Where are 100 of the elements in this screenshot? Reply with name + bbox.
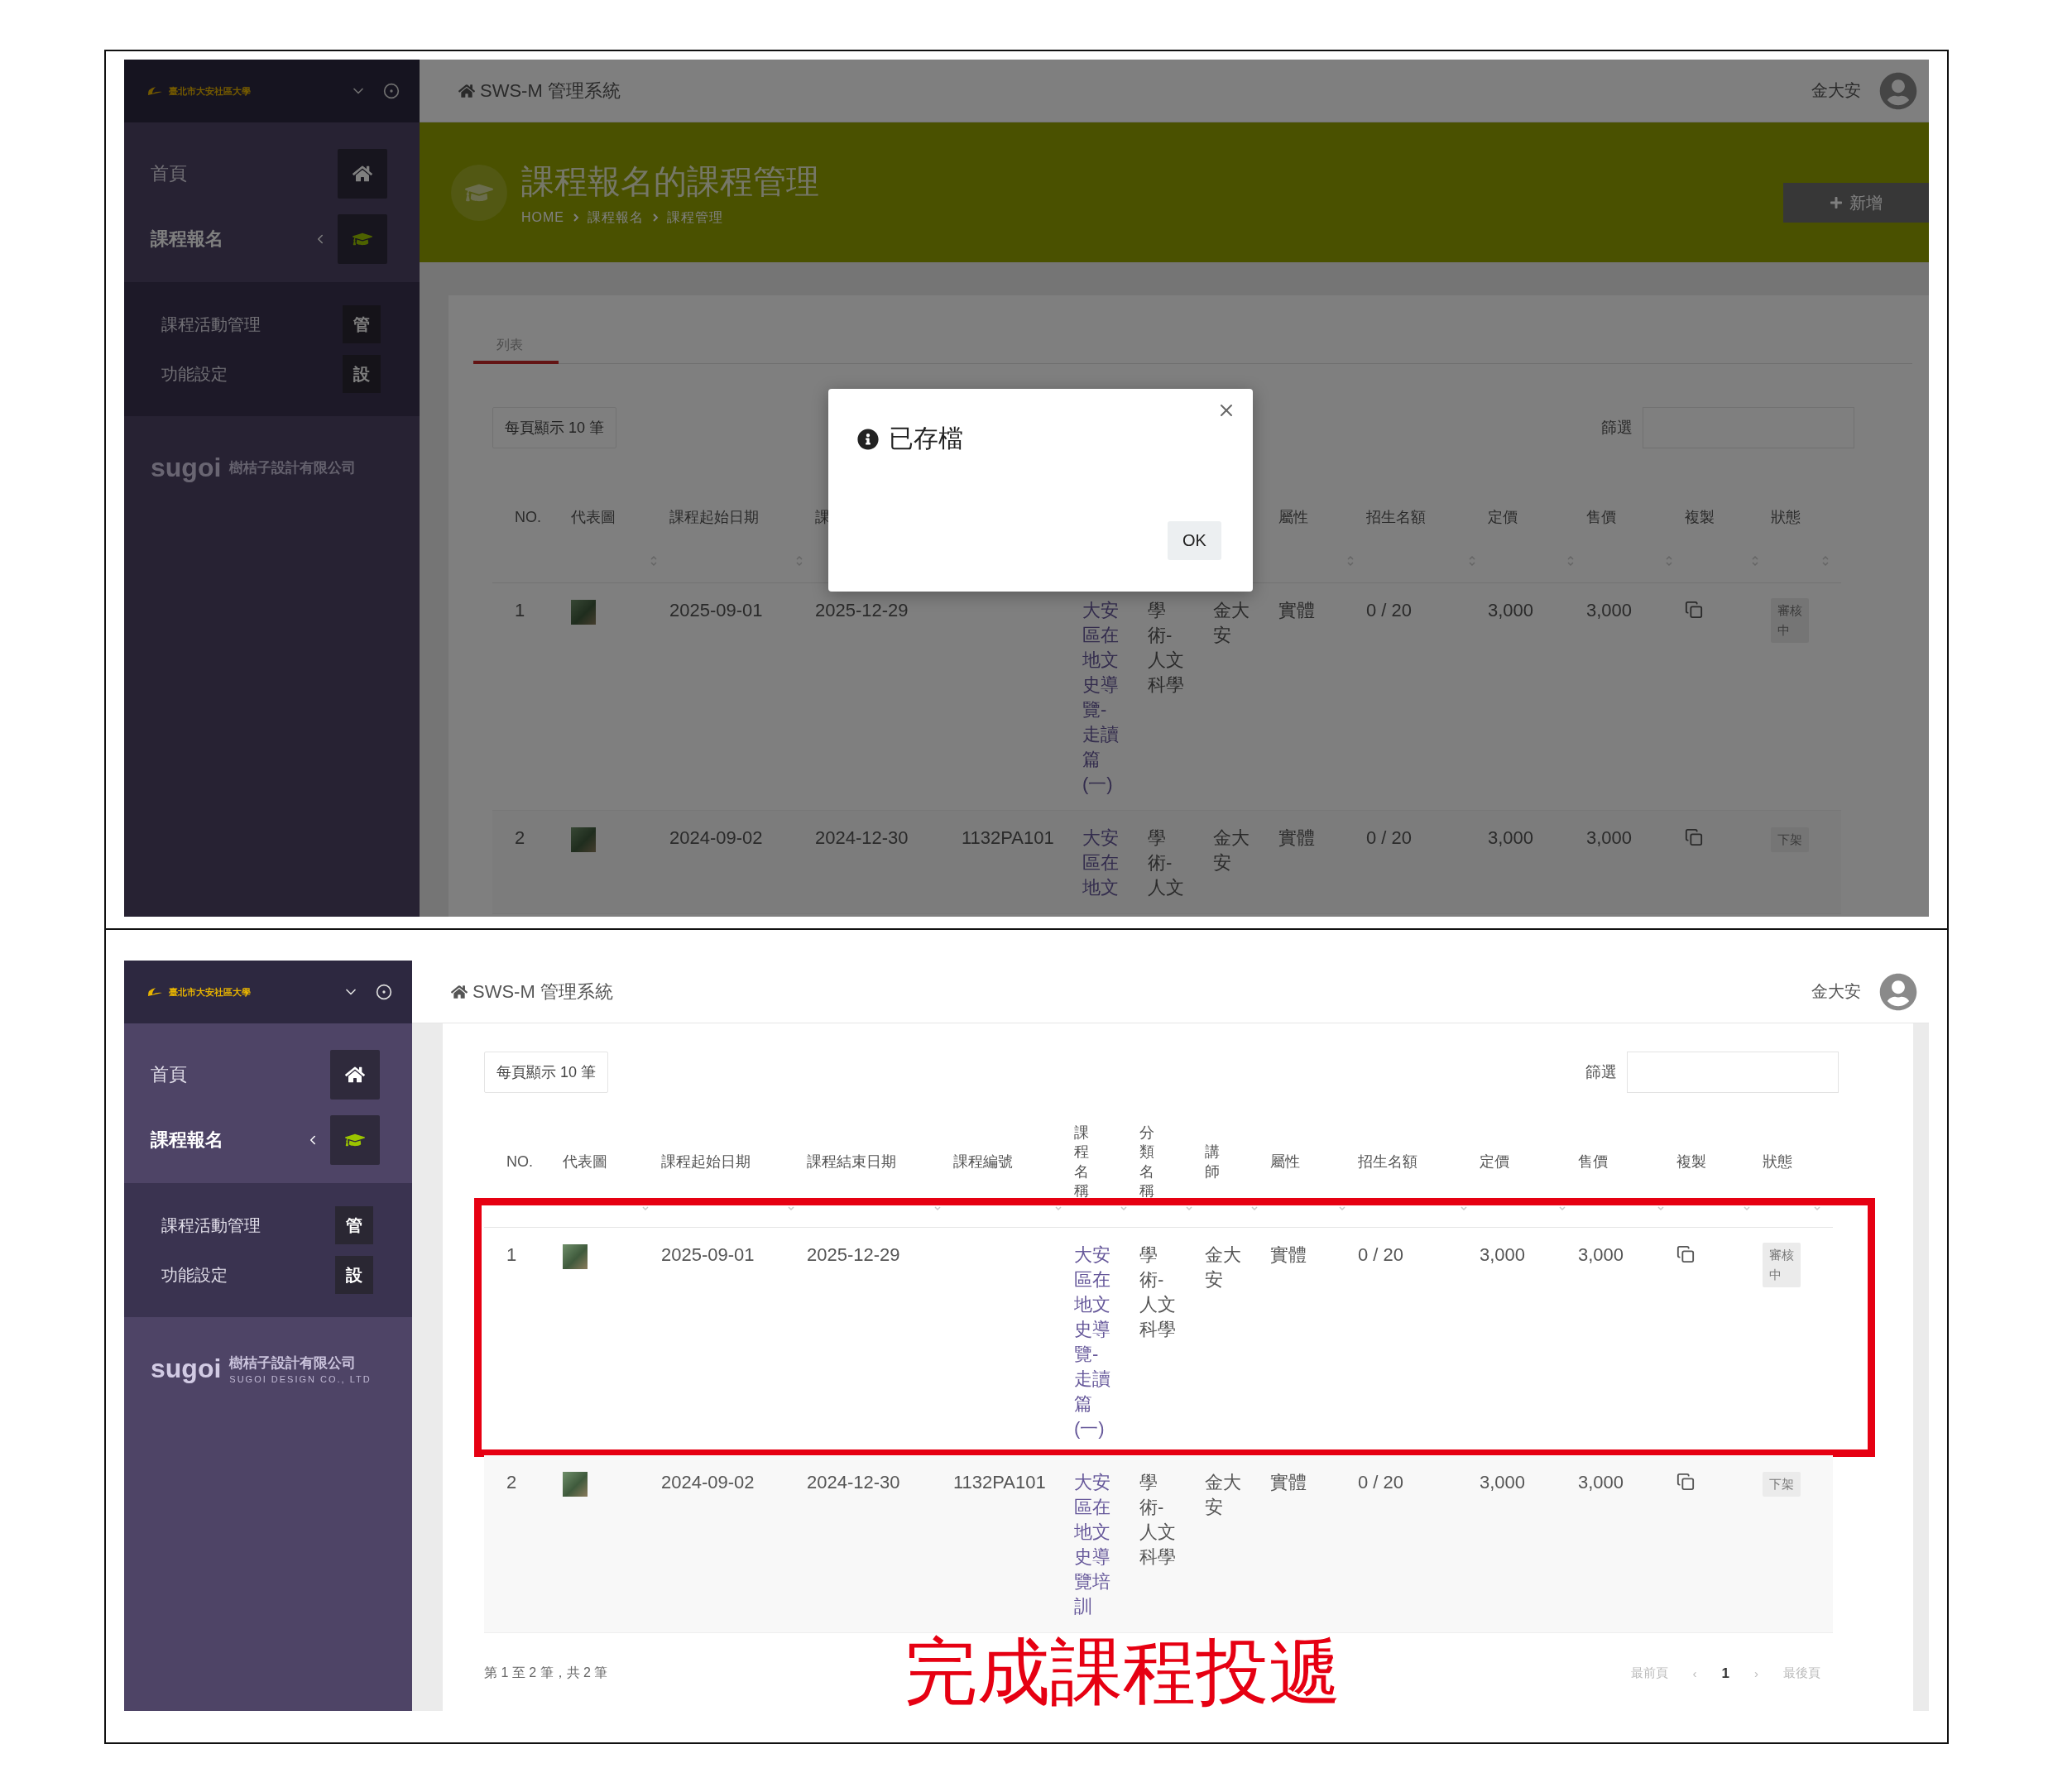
category-name: 學術-人文 [1148, 827, 1185, 899]
column-header[interactable]: 定價 [1488, 472, 1586, 582]
row-number: 2 [515, 827, 525, 848]
teacher-name: 金大安 [1213, 599, 1250, 647]
status-badge: 下架 [1771, 827, 1809, 852]
company-logo-text: sugoi [151, 1354, 222, 1384]
enrollment-quota: 0 / 20 [1366, 827, 1413, 848]
course-name-link[interactable]: 大安區在地文史導覽培訓 [1074, 1470, 1112, 1619]
column-header[interactable]: 分類名稱 [1139, 1117, 1205, 1227]
course-type: 實體 [1270, 1244, 1307, 1265]
enrollment-quota: 0 / 20 [1358, 1472, 1404, 1493]
column-header[interactable]: 狀態 [1763, 1117, 1833, 1227]
course-name-link[interactable]: 大安區在地文史導覽-走讀篇(一) [1074, 1243, 1112, 1441]
letter-tile: 管 [343, 305, 381, 343]
home-icon [338, 149, 387, 199]
column-header[interactable]: 複製 [1676, 1117, 1763, 1227]
end-date: 2024-12-30 [807, 1472, 900, 1493]
page-size-select[interactable]: 每頁顯示 10 筆 [484, 1052, 609, 1093]
column-header[interactable]: 課程結束日期 [807, 1117, 953, 1227]
ok-button[interactable]: OK [1168, 521, 1221, 560]
column-header[interactable]: 代表圖 [563, 1117, 661, 1227]
menu-item[interactable]: 首頁 [124, 146, 420, 202]
column-header[interactable]: 課程起始日期 [669, 472, 815, 582]
column-header[interactable]: 狀態 [1771, 472, 1841, 582]
column-header[interactable]: 招生名額 [1358, 1117, 1480, 1227]
column-header[interactable]: NO. [515, 472, 571, 582]
letter-tile: 設 [343, 355, 381, 393]
column-header[interactable]: 課程名稱 [1074, 1117, 1139, 1227]
teacher-name: 金大安 [1205, 1471, 1242, 1519]
sale-price: 3,000 [1586, 600, 1633, 620]
photo-placeholder [563, 1244, 588, 1269]
column-header[interactable]: 複製 [1685, 472, 1771, 582]
settings-icon[interactable] [376, 984, 392, 1000]
column-header[interactable]: 代表圖 [571, 472, 669, 582]
list-price: 3,000 [1488, 827, 1534, 848]
home-icon [330, 1050, 380, 1100]
column-header[interactable]: 屬性 [1270, 1117, 1358, 1227]
category-name: 學術-人文科學 [1139, 1471, 1177, 1569]
company-name: 樹桔子設計有限公司 [229, 1354, 357, 1373]
letter-tile: 管 [335, 1206, 373, 1244]
system-title: SWS-M 管理系統 [472, 980, 613, 1004]
dialog-title: 已存檔 [889, 424, 963, 453]
column-header[interactable]: 屬性 [1278, 472, 1366, 582]
avatar-icon[interactable] [1879, 972, 1917, 1011]
system-title: SWS-M 管理系統 [480, 79, 621, 103]
row-number: 2 [506, 1472, 517, 1493]
list-price: 3,000 [1480, 1472, 1526, 1493]
menu-item[interactable]: 課程報名 [124, 211, 420, 267]
graduation-cap-icon [338, 214, 387, 264]
column-header[interactable]: 講師 [1205, 1117, 1270, 1227]
column-header[interactable]: 課程編號 [953, 1117, 1074, 1227]
page-title: 課程報名的課程管理 [521, 161, 819, 201]
add-button[interactable]: 新增 [1783, 183, 1929, 223]
end-date: 2025-12-29 [815, 600, 909, 620]
course-name-link[interactable]: 大安區在地文 [1082, 826, 1120, 900]
company-name: 樹桔子設計有限公司 [229, 459, 357, 477]
user-name: 金大安 [1811, 981, 1861, 1002]
course-code: 1132PA101 [953, 1472, 1046, 1493]
home-icon [458, 82, 475, 99]
column-header[interactable]: 課程起始日期 [661, 1117, 807, 1227]
menu-item[interactable]: 首頁 [124, 1047, 412, 1103]
start-date: 2024-09-02 [669, 827, 763, 848]
category-name: 學術-人文科學 [1139, 1243, 1177, 1341]
photo-placeholder [571, 600, 596, 625]
company-logo-text: sugoi [151, 453, 222, 483]
column-header[interactable]: 售價 [1586, 472, 1685, 582]
page-size-select[interactable]: 每頁顯示 10 筆 [492, 407, 617, 448]
column-header[interactable]: NO. [506, 1117, 563, 1227]
column-header[interactable]: 定價 [1480, 1117, 1578, 1227]
enrollment-quota: 0 / 20 [1366, 600, 1413, 620]
submenu-item[interactable]: 課程活動管理 管 [124, 1206, 412, 1244]
logo-text: 臺北市大安社區大學 [169, 84, 251, 98]
teacher-name: 金大安 [1205, 1243, 1242, 1291]
end-date: 2024-12-30 [815, 827, 909, 848]
photo-placeholder [563, 1472, 588, 1497]
column-header[interactable]: 招生名額 [1366, 472, 1488, 582]
menu-item[interactable]: 課程報名 [124, 1112, 412, 1168]
filter-field[interactable] [1627, 1052, 1839, 1093]
category-name: 學術-人文科學 [1148, 599, 1185, 697]
list-price: 3,000 [1488, 600, 1534, 620]
column-header[interactable]: 售價 [1578, 1117, 1676, 1227]
letter-tile: 設 [335, 1256, 373, 1294]
logo-text: 臺北市大安社區大學 [169, 985, 251, 999]
sale-price: 3,000 [1586, 827, 1633, 848]
avatar-icon[interactable] [1879, 71, 1917, 110]
course-code: 1132PA101 [962, 827, 1054, 848]
start-date: 2025-09-01 [669, 600, 763, 620]
pagination-link[interactable]: 1 [1721, 1665, 1729, 1682]
submenu-item[interactable]: 功能設定 設 [124, 355, 420, 393]
chevron-right-icon [573, 213, 579, 222]
status-badge: 下架 [1763, 1472, 1801, 1497]
submenu-item[interactable]: 課程活動管理 管 [124, 305, 420, 343]
course-type: 實體 [1278, 827, 1315, 848]
photo-placeholder [571, 827, 596, 852]
info-icon [857, 428, 879, 450]
end-date: 2025-12-29 [807, 1244, 900, 1265]
sale-price: 3,000 [1578, 1244, 1624, 1265]
graduation-cap-icon [330, 1115, 380, 1165]
course-name-link[interactable]: 大安區在地文史導覽-走讀篇(一) [1082, 598, 1120, 797]
submenu-item[interactable]: 功能設定 設 [124, 1256, 412, 1294]
